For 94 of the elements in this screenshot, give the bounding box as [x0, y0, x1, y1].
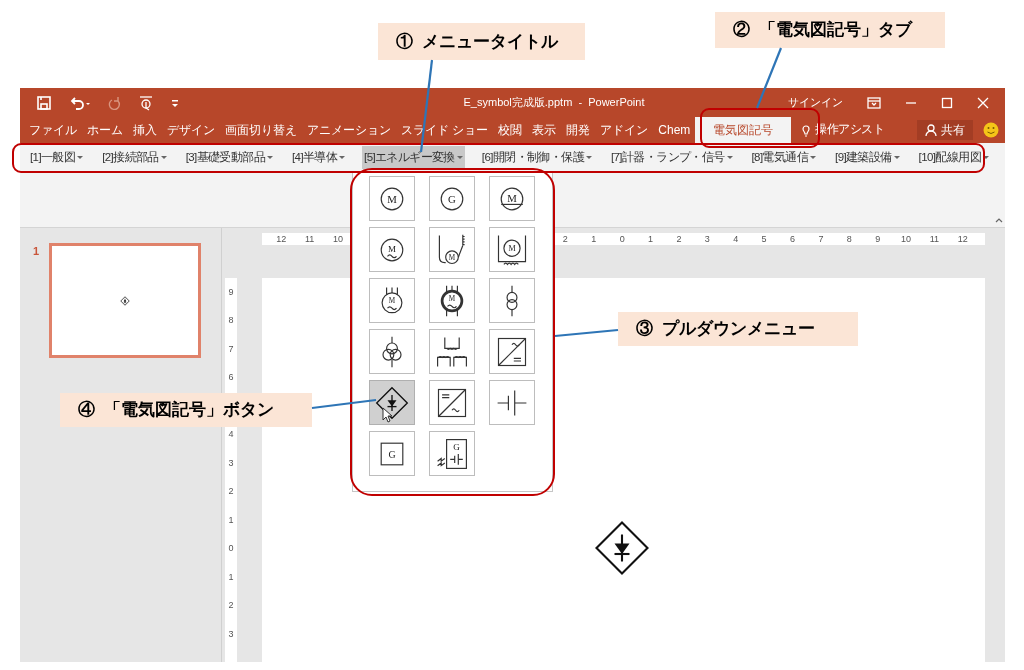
symbol-button[interactable]	[369, 380, 415, 425]
caret-icon	[77, 156, 84, 159]
menu-title[interactable]: [10]配線用図	[916, 145, 991, 170]
ruler-number: 9	[228, 287, 234, 297]
diamond-symbol-icon	[374, 384, 410, 421]
ruler-number: 10	[900, 233, 913, 245]
ruler-number: 12	[275, 233, 288, 245]
close-icon[interactable]	[977, 96, 989, 109]
ruler-number: 3	[228, 629, 234, 639]
callout-label: ③ プルダウンメニュー	[618, 312, 858, 346]
ruler-number: 1	[228, 572, 234, 582]
slide-thumbnail[interactable]	[49, 243, 202, 358]
maximize-icon[interactable]	[941, 96, 953, 109]
menu-title[interactable]: [5]エネルギー変換	[362, 145, 465, 170]
ruler-number: 10	[331, 233, 344, 245]
menu-title[interactable]: [1]一般図	[28, 145, 86, 170]
caret-icon	[726, 156, 733, 159]
caret-icon	[893, 156, 900, 159]
ruler-number: 4	[228, 430, 234, 440]
ruler-number: 0	[618, 233, 626, 245]
share-button[interactable]: 共有	[917, 120, 973, 140]
symbol-button[interactable]	[429, 380, 475, 425]
ribbon-tab[interactable]: 画面切り替え	[220, 117, 302, 143]
caret-icon	[339, 156, 346, 159]
ruler-number: 9	[874, 233, 882, 245]
ruler-number: 4	[732, 233, 740, 245]
ribbon-tab[interactable]: 挿入	[128, 117, 162, 143]
touch-mode-icon[interactable]	[138, 94, 154, 111]
save-icon[interactable]	[36, 94, 52, 111]
leader-line	[311, 398, 377, 410]
menu-title[interactable]: [3]基礎受動部品	[183, 145, 276, 170]
menu-title[interactable]: [2]接続部品	[100, 145, 169, 170]
ruler-number: 12	[956, 233, 969, 245]
diamond-symbol-icon	[120, 295, 131, 306]
caret-icon	[456, 156, 463, 159]
caret-icon	[160, 156, 167, 159]
collapse-ribbon-icon[interactable]	[995, 217, 1003, 223]
ruler-number: 6	[789, 233, 796, 245]
leader-line	[755, 47, 783, 109]
ribbon-tab[interactable]: ファイル	[24, 117, 82, 143]
ruler-number: 3	[703, 233, 711, 245]
ruler-number: 0	[228, 544, 234, 554]
undo-icon[interactable]	[68, 94, 90, 111]
ruler-number: 7	[228, 344, 234, 354]
ribbon-tab[interactable]: アニメーション	[302, 117, 396, 143]
symbol-button[interactable]	[429, 329, 475, 374]
ribbon-tab[interactable]: 表示	[527, 117, 562, 143]
menu-title[interactable]: [4]半導体	[290, 145, 348, 170]
caret-icon	[267, 156, 274, 159]
callout-label: ① メニュータイトル	[378, 23, 585, 60]
ruler-number: 8	[845, 233, 853, 245]
lightbulb-icon	[801, 123, 812, 137]
ruler-number: 1	[590, 233, 598, 245]
ruler-number: 7	[817, 233, 825, 245]
ruler-number: 2	[228, 601, 234, 611]
ruler-number: 6	[228, 373, 234, 383]
ruler-number: 1	[228, 515, 234, 525]
window-title: E_symbol完成版.pptm - PowerPoint	[462, 95, 646, 111]
callout-label: ② 「電気図記号」タブ	[715, 12, 945, 48]
caret-icon	[586, 156, 593, 159]
ribbon-tab[interactable]: 電気図記号	[695, 117, 792, 143]
ribbon-tab[interactable]: 開発	[561, 117, 596, 143]
menu-title[interactable]: [7]計器・ランプ・信号	[608, 145, 735, 170]
caret-icon	[982, 156, 989, 159]
ribbon-tab[interactable]: Chem	[653, 117, 696, 143]
caret-icon	[810, 156, 817, 159]
ribbon-options-icon[interactable]	[867, 96, 881, 109]
ruler-number: 2	[561, 233, 569, 245]
ribbon-tab[interactable]: デザイン	[162, 117, 220, 143]
menu-title[interactable]: [8]電気通信	[749, 145, 819, 170]
ruler-number: 5	[760, 233, 768, 245]
callout-label: ④ 「電気図記号」ボタン	[60, 393, 312, 427]
mouse-cursor-icon	[382, 407, 394, 423]
ruler-number: 8	[228, 316, 234, 326]
person-icon	[925, 124, 937, 136]
slide-number: 1	[33, 244, 40, 259]
ruler-number: 3	[228, 458, 234, 468]
ruler-number: 2	[228, 487, 234, 497]
ruler-number: 11	[928, 233, 941, 245]
ruler-number: 11	[303, 233, 316, 245]
ruler-number: 2	[675, 233, 683, 245]
ruler-number: 1	[647, 233, 655, 245]
smiley-icon[interactable]	[983, 122, 999, 138]
ribbon-tab[interactable]: 校閲	[493, 117, 528, 143]
ribbon-tab[interactable]: スライド ショー	[396, 117, 494, 143]
ribbon-tab[interactable]: アドイン	[595, 117, 654, 143]
menu-title[interactable]: [6]開閉・制御・保護	[479, 145, 595, 170]
leader-line	[554, 328, 619, 338]
symbol-button[interactable]	[489, 278, 535, 323]
sign-in-link[interactable]: サインイン	[788, 94, 843, 111]
ribbon-tab[interactable]: ホーム	[82, 117, 128, 143]
symbol-button[interactable]	[489, 329, 535, 374]
menu-title[interactable]: [9]建築設備	[833, 145, 902, 170]
symbol-button[interactable]	[369, 329, 415, 374]
